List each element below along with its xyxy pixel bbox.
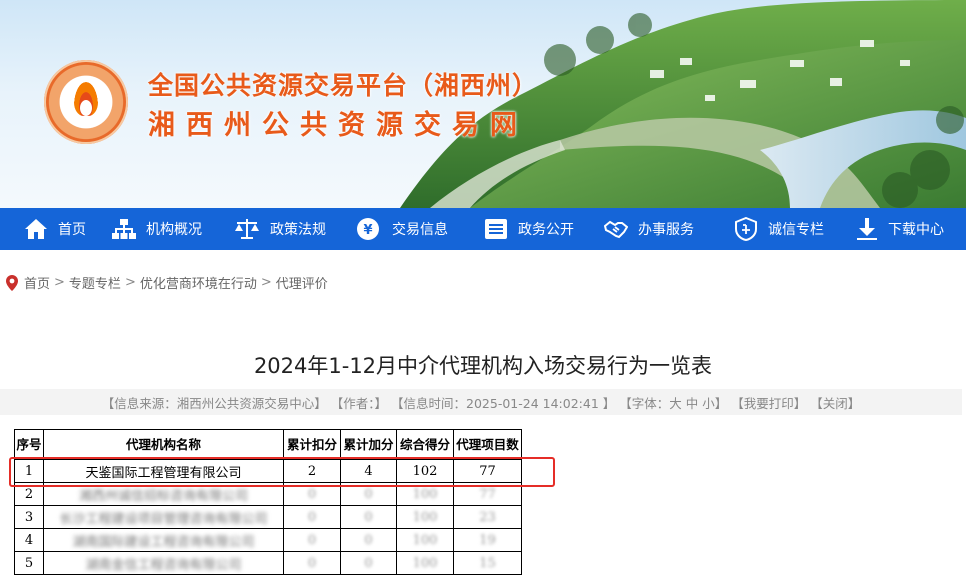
row-score: 100	[396, 505, 454, 529]
breadcrumb-separator: >	[54, 275, 65, 290]
meta-author: 【作者：】	[330, 395, 388, 411]
main-nav: 首页 机构概况 政策法规 ¥ 交易信息 政务公开 办事服务 诚信专栏 下载中心	[0, 208, 966, 250]
scales-icon	[235, 219, 259, 239]
breadcrumb-home-link[interactable]: 首页	[24, 273, 50, 292]
row-projects: 15	[453, 551, 522, 575]
location-pin-icon	[6, 274, 18, 291]
coin-icon: ¥	[357, 218, 379, 240]
nav-label: 首页	[58, 222, 86, 238]
header-add: 累计加分	[340, 429, 397, 460]
nav-label: 政务公开	[518, 222, 574, 238]
banner-title: 全国公共资源交易平台（湘西州）	[148, 71, 539, 100]
site-banner: 全国公共资源交易平台（湘西州） 湘西州公共资源交易网	[0, 0, 966, 208]
org-chart-icon	[112, 219, 136, 239]
meta-time: 【信息时间：2025-01-24 14:02:41 】	[391, 395, 616, 411]
font-size-control[interactable]: 【字体：大 中 小】	[619, 393, 727, 412]
header-projects: 代理项目数	[453, 429, 522, 460]
row-add: 0	[340, 505, 397, 529]
download-icon	[857, 218, 877, 240]
row-no: 1	[14, 459, 44, 483]
table-row: 3 长沙工程建设项目管理咨询有限公司 0 0 100 23	[14, 505, 522, 529]
meta-source: 【信息来源：湘西州公共资源交易中心】	[101, 395, 327, 411]
row-add: 0	[340, 528, 397, 552]
row-agency-name: 湘西州诚信招标咨询有限公司	[43, 482, 284, 506]
shield-icon	[735, 217, 757, 241]
agent-ranking-table: 序号 代理机构名称 累计扣分 累计加分 综合得分 代理项目数 1 天鉴国际工程管…	[14, 429, 522, 575]
row-deduct: 0	[283, 505, 341, 529]
close-link[interactable]: 【关闭】	[810, 393, 860, 412]
print-link[interactable]: 【我要打印】	[731, 393, 806, 412]
breadcrumb-separator: >	[260, 275, 272, 290]
row-deduct: 0	[283, 551, 341, 575]
nav-label: 政策法规	[270, 222, 326, 238]
article-meta-bar: 【信息来源：湘西州公共资源交易中心】 【作者：】 【信息时间：2025-01-2…	[0, 389, 962, 415]
row-score: 100	[396, 528, 454, 552]
row-no: 5	[14, 551, 44, 575]
nav-item-org[interactable]: 机构概况	[112, 208, 202, 250]
row-add: 0	[340, 551, 397, 575]
svg-text:¥: ¥	[363, 223, 372, 238]
table-row: 2 湘西州诚信招标咨询有限公司 0 0 100 77	[14, 482, 522, 506]
table-row: 4 湖南国际建设工程咨询有限公司 0 0 100 19	[14, 528, 522, 552]
nav-item-credit[interactable]: 诚信专栏	[734, 208, 824, 250]
breadcrumb: 首页 > 专题专栏 > 优化营商环境在行动 > 代理评价	[6, 273, 328, 292]
header-deduct: 累计扣分	[283, 429, 341, 460]
row-projects: 77	[453, 459, 522, 483]
logo-drop-icon	[80, 100, 92, 116]
row-agency-name: 湖南金信工程咨询有限公司	[43, 551, 284, 575]
breadcrumb-separator: >	[124, 275, 136, 290]
row-add: 4	[340, 459, 397, 483]
row-deduct: 0	[283, 528, 341, 552]
nav-label: 诚信专栏	[768, 222, 824, 238]
header-no: 序号	[14, 429, 44, 460]
row-agency-name: 长沙工程建设项目管理咨询有限公司	[43, 505, 284, 529]
table-header-row: 序号 代理机构名称 累计扣分 累计加分 综合得分 代理项目数	[14, 429, 522, 460]
nav-item-download[interactable]: 下载中心	[856, 208, 944, 250]
article-title: 2024年1-12月中介代理机构入场交易行为一览表	[253, 354, 713, 378]
row-no: 4	[14, 528, 44, 552]
row-projects: 23	[453, 505, 522, 529]
nav-item-service[interactable]: 办事服务	[604, 208, 694, 250]
row-projects: 77	[453, 482, 522, 506]
home-icon	[25, 219, 47, 239]
nav-item-home[interactable]: 首页	[24, 208, 86, 250]
site-logo[interactable]	[44, 60, 128, 144]
breadcrumb-topics-link[interactable]: 专题专栏	[69, 273, 121, 292]
row-score: 100	[396, 551, 454, 575]
header-agency-name: 代理机构名称	[43, 429, 284, 460]
table-row: 5 湖南金信工程咨询有限公司 0 0 100 15	[14, 551, 522, 575]
nav-label: 交易信息	[392, 222, 448, 238]
nav-item-public[interactable]: 政务公开	[484, 208, 574, 250]
row-agency-name: 天鉴国际工程管理有限公司	[43, 459, 284, 483]
row-add: 0	[340, 482, 397, 506]
nav-item-policy[interactable]: 政策法规	[234, 208, 326, 250]
nav-label: 下载中心	[888, 222, 944, 238]
row-score: 100	[396, 482, 454, 506]
row-no: 2	[14, 482, 44, 506]
breadcrumb-business-env-link[interactable]: 优化营商环境在行动	[140, 273, 257, 292]
nav-label: 机构概况	[146, 222, 202, 238]
row-deduct: 2	[283, 459, 341, 483]
row-deduct: 0	[283, 482, 341, 506]
banner-subtitle: 湘西州公共资源交易网	[148, 110, 528, 141]
row-score: 102	[396, 459, 454, 483]
nav-item-trade[interactable]: ¥ 交易信息	[356, 208, 448, 250]
nav-label: 办事服务	[638, 222, 694, 238]
document-icon	[485, 219, 507, 239]
breadcrumb-agent-eval-link[interactable]: 代理评价	[276, 273, 328, 292]
header-score: 综合得分	[396, 429, 454, 460]
row-projects: 19	[453, 528, 522, 552]
table-row: 1 天鉴国际工程管理有限公司 2 4 102 77	[14, 459, 522, 483]
row-agency-name: 湖南国际建设工程咨询有限公司	[43, 528, 284, 552]
row-no: 3	[14, 505, 44, 529]
handshake-icon	[604, 220, 628, 239]
